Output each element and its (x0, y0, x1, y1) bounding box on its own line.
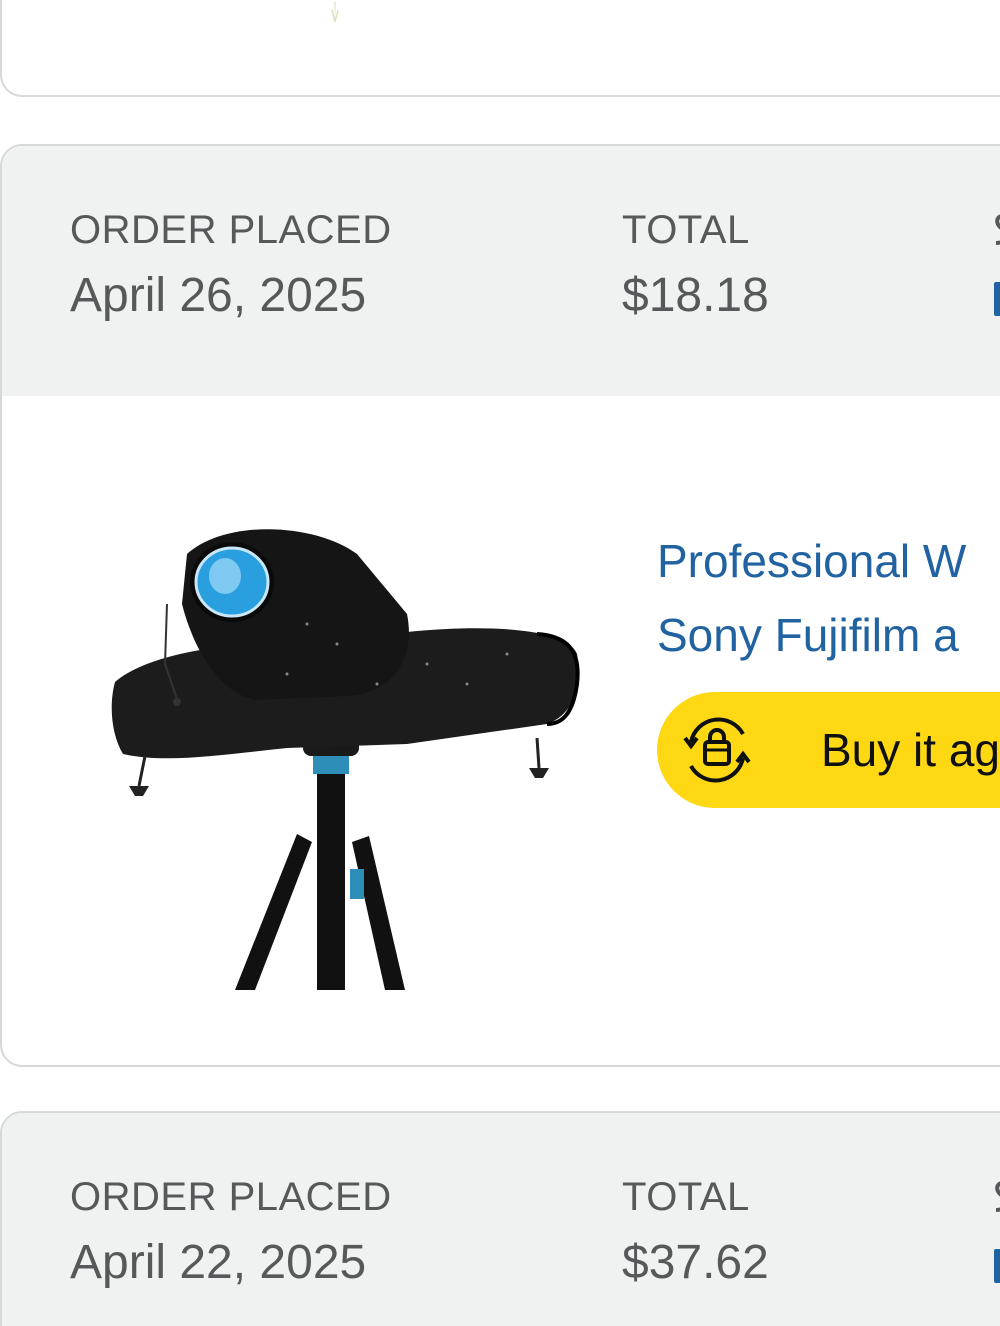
total-label: TOTAL (622, 208, 750, 252)
previous-order-card (0, 0, 1000, 97)
order-card: ORDER PLACED April 26, 2025 TOTAL $18.18 (0, 144, 1000, 1067)
product-title-link[interactable]: Professional W Sony Fujifilm a (657, 524, 1000, 672)
order-date: April 22, 2025 (70, 1236, 367, 1289)
buy-again-label: Buy it ag (821, 724, 1000, 776)
product-image[interactable] (107, 524, 587, 994)
order-date: April 26, 2025 (70, 269, 367, 322)
order-card: ORDER PLACED April 22, 2025 TOTAL $37.62 (0, 1111, 1000, 1326)
ship-to-label-cut (992, 212, 1000, 246)
total-label: TOTAL (622, 1175, 750, 1219)
ship-to-link-cut[interactable] (994, 1249, 1000, 1283)
order-placed-label: ORDER PLACED (70, 1175, 392, 1219)
product-title-line-2[interactable]: Sony Fujifilm a (657, 598, 1000, 672)
order-placed-label: ORDER PLACED (70, 208, 392, 252)
orders-page: ORDER PLACED April 26, 2025 TOTAL $18.18 (0, 0, 1000, 1326)
order-header: ORDER PLACED April 22, 2025 TOTAL $37.62 (2, 1113, 1000, 1326)
ship-to-label-cut (992, 1179, 1000, 1213)
buy-again-button[interactable]: Buy it ag (657, 692, 1000, 808)
order-header: ORDER PLACED April 26, 2025 TOTAL $18.18 (2, 146, 1000, 396)
previous-item-image[interactable] (328, 2, 342, 24)
order-total: $37.62 (622, 1236, 769, 1289)
buy-again-icon (683, 717, 751, 783)
product-title-line-1[interactable]: Professional W (657, 524, 1000, 598)
order-total: $18.18 (622, 269, 769, 322)
ship-to-link-cut[interactable] (994, 282, 1000, 316)
